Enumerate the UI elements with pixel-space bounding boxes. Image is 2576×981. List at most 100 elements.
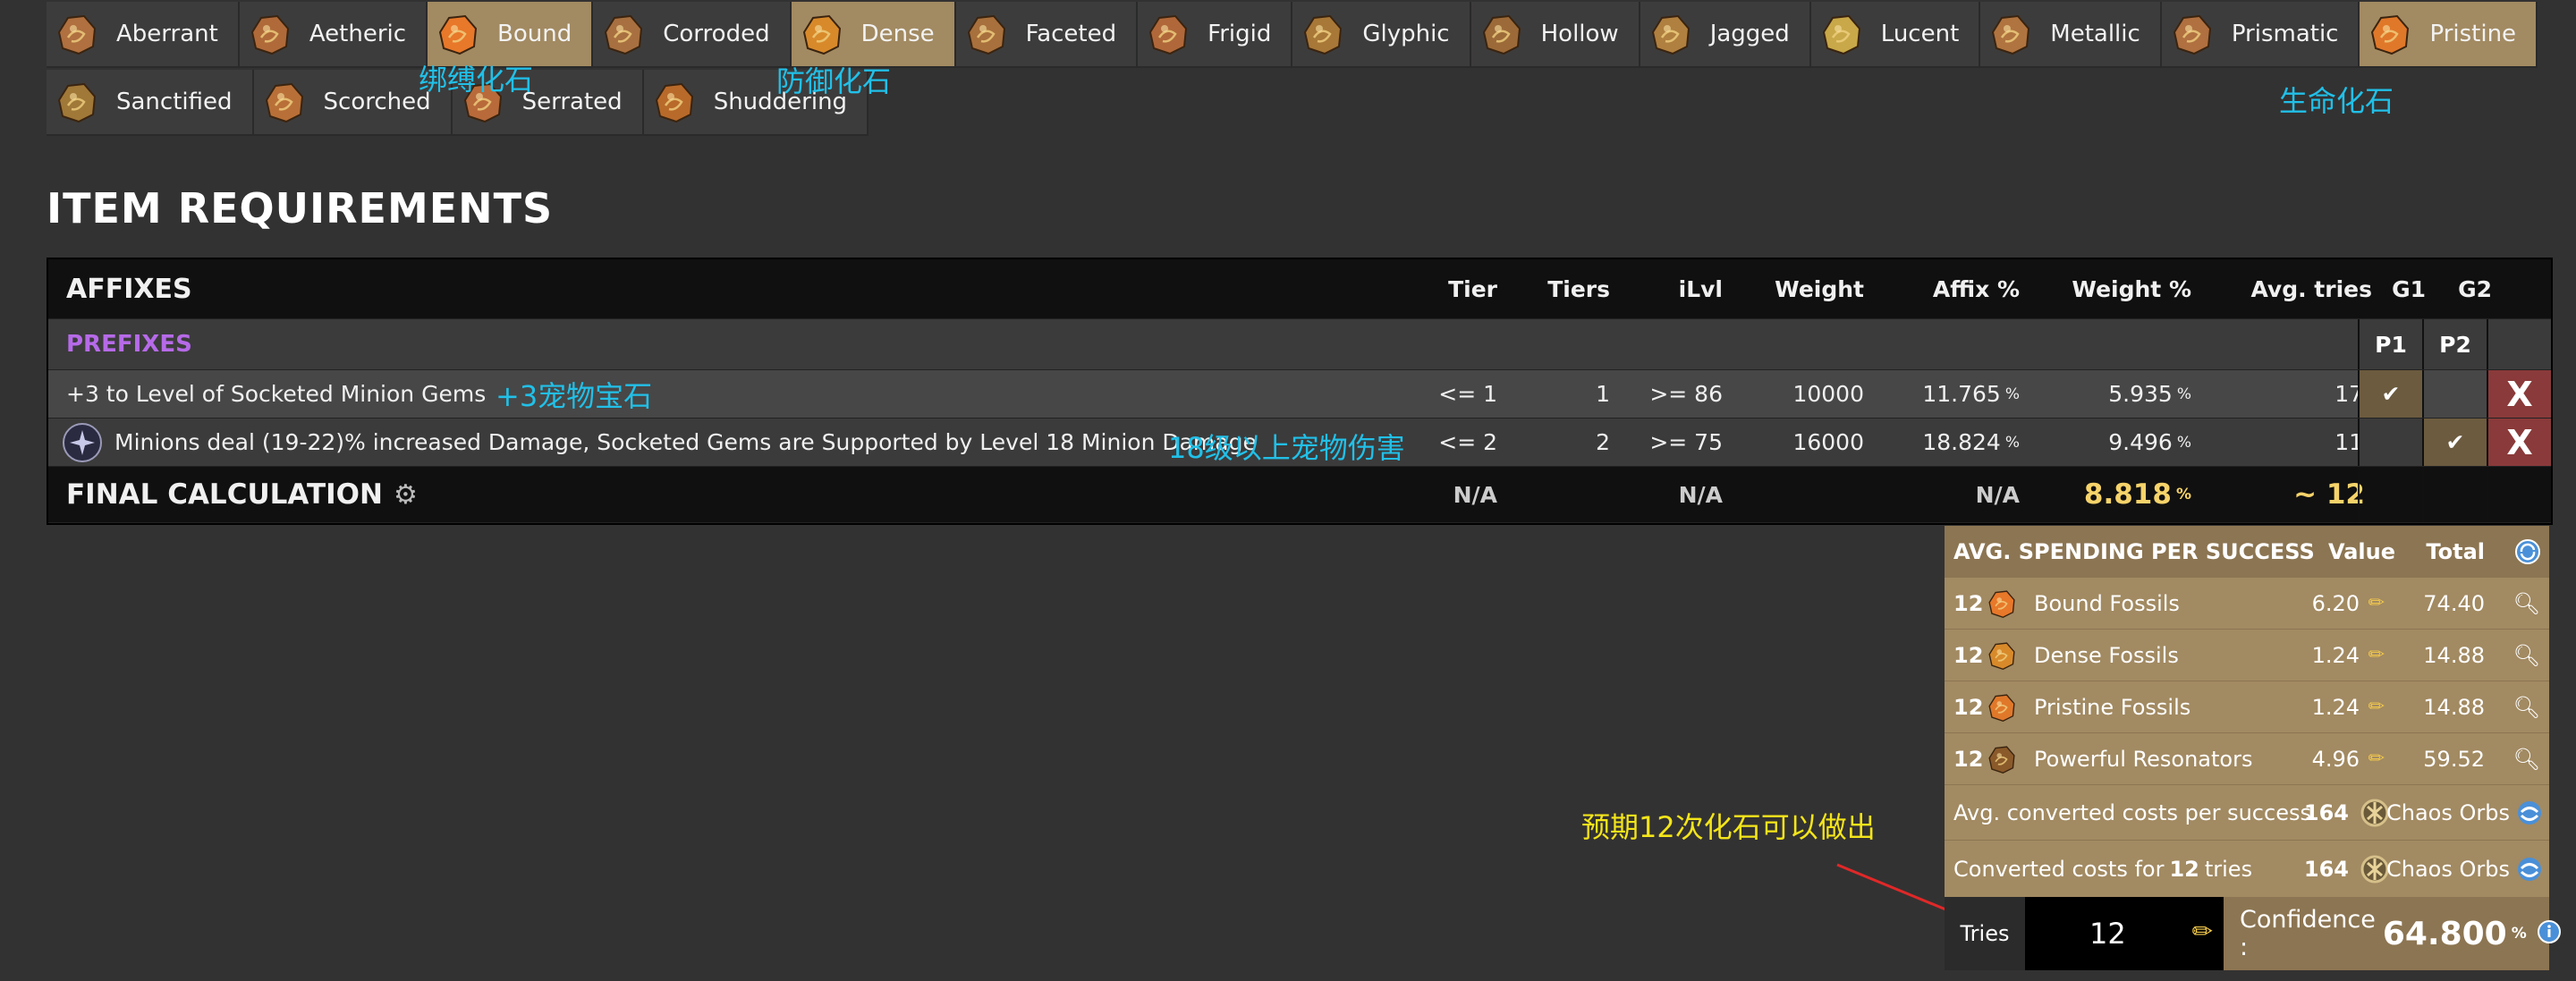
weight-header[interactable]: Weight: [1775, 259, 1864, 318]
empty-cell: [2487, 467, 2551, 522]
fossil-button-dense[interactable]: Dense: [791, 2, 956, 68]
fossil-button-metallic[interactable]: Metallic: [1980, 2, 2162, 68]
converted-tries-value: 164: [2303, 856, 2349, 882]
weight-pct-header[interactable]: Weight %: [2072, 259, 2191, 318]
refresh-icon[interactable]: [2517, 785, 2542, 840]
fossil-button-pristine[interactable]: Pristine: [2360, 2, 2538, 68]
tries-confidence-bar: Tries 12 ✏ Confidence : 64.800 %: [1945, 897, 2561, 970]
ilvl-value: >= 75: [1649, 429, 1723, 455]
fossil-button-hollow[interactable]: Hollow: [1470, 2, 1640, 68]
annotation-expect: 预期12次化石可以做出: [1581, 810, 1876, 844]
magnifier-icon[interactable]: 🔍︎: [2513, 681, 2540, 732]
item-count: 12: [1953, 590, 1984, 616]
p2-toggle[interactable]: [2422, 370, 2487, 418]
magnifier-icon[interactable]: 🔍︎: [2513, 578, 2540, 629]
prismatic-fossil-icon: [2169, 11, 2216, 57]
tiers-value: 2: [1596, 429, 1610, 455]
ilvl-value: >= 86: [1649, 381, 1723, 407]
fossil-label: Bound: [497, 21, 572, 47]
magnifier-icon[interactable]: 🔍︎: [2513, 733, 2540, 784]
metallic-fossil-icon: [1987, 11, 2034, 57]
converted-tries-row: Converted costs for 12 tries 164 Chaos O…: [1945, 841, 2549, 897]
tries-input[interactable]: 12 ✏: [2025, 897, 2224, 970]
tier-header[interactable]: Tier: [1448, 259, 1497, 318]
spending-title: AVG. SPENDING PER SUCCESS: [1953, 538, 2315, 564]
p1-header: P1: [2358, 319, 2422, 369]
g1-header: G1: [2392, 275, 2426, 302]
fossil-button-frigid[interactable]: Frigid: [1138, 2, 1293, 68]
affix-table: AFFIXES Tier Tiers iLvl Weight Affix % W…: [47, 258, 2553, 525]
converted-tries-label: Converted costs for 12 tries: [1953, 856, 2253, 882]
ilvl-header[interactable]: iLvl: [1679, 259, 1723, 318]
tiers-header[interactable]: Tiers: [1547, 259, 1610, 318]
item-total: 14.88: [2423, 642, 2485, 668]
dense-fossil-icon: [1986, 630, 2018, 681]
fossil-button-lucent[interactable]: Lucent: [1810, 2, 1981, 68]
fossil-button-glyphic[interactable]: Glyphic: [1292, 2, 1471, 68]
item-total: 74.40: [2423, 590, 2485, 616]
prefixes-label: PREFIXES: [66, 331, 192, 358]
fossil-button-prismatic[interactable]: Prismatic: [2161, 2, 2360, 68]
item-total: 14.88: [2423, 694, 2485, 720]
confidence-label: Confidence :: [2240, 906, 2376, 961]
fossil-label: Hollow: [1540, 21, 1619, 47]
final-calculation-row: FINAL CALCULATION ⚙ N/A N/A N/A 8.818% ~…: [48, 467, 2551, 523]
fossil-label: Jagged: [1709, 21, 1790, 47]
remove-affix-button[interactable]: X: [2487, 370, 2551, 418]
affix-name: Minions deal (19-22)% increased Damage, …: [114, 429, 1257, 455]
g2-header: G2: [2458, 275, 2492, 302]
bound-fossil-icon: [1986, 578, 2018, 629]
spending-row: 12 Bound Fossils 6.20 ✏ 74.40 🔍︎: [1945, 578, 2549, 630]
fossil-button-faceted[interactable]: Faceted: [955, 2, 1139, 68]
remove-affix-button[interactable]: X: [2487, 419, 2551, 466]
pencil-icon[interactable]: ✏: [2368, 578, 2385, 629]
faceted-fossil-icon: [963, 11, 1010, 57]
converted-avg-value: 164: [2303, 799, 2349, 825]
dense-fossil-icon: [799, 11, 845, 57]
weight-pct-value: 9.496%: [2108, 429, 2191, 455]
magnifier-icon[interactable]: 🔍︎: [2513, 630, 2540, 681]
item-value: 1.24: [2311, 694, 2360, 720]
fossil-button-jagged[interactable]: Jagged: [1640, 2, 1811, 68]
annotation-dense: 防御化石: [776, 64, 892, 98]
fossil-label: Prismatic: [2231, 21, 2339, 47]
pencil-icon[interactable]: ✏: [2192, 917, 2213, 946]
final-weight-pct: 8.818%: [2083, 478, 2191, 511]
p1-toggle[interactable]: ✔: [2358, 370, 2422, 418]
item-name: Bound Fossils: [2034, 590, 2180, 616]
fossil-button-aberrant[interactable]: Aberrant: [47, 2, 240, 68]
refresh-icon[interactable]: [2517, 841, 2542, 897]
affixes-header: AFFIXES: [66, 273, 192, 305]
p1-toggle[interactable]: [2358, 419, 2422, 466]
fossil-button-aetheric[interactable]: Aetheric: [239, 2, 428, 68]
info-icon[interactable]: [2537, 920, 2561, 947]
sanctified-fossil-icon: [54, 79, 100, 125]
refresh-icon[interactable]: [2515, 526, 2540, 577]
lucent-fossil-icon: [1818, 11, 1865, 57]
item-name: Powerful Resonators: [2034, 746, 2253, 772]
spending-row: 12 Pristine Fossils 1.24 ✏ 14.88 🔍︎: [1945, 681, 2549, 733]
confidence-unit: %: [2511, 925, 2527, 943]
pencil-icon[interactable]: ✏: [2368, 630, 2385, 681]
p2-toggle[interactable]: ✔: [2422, 419, 2487, 466]
powerful-resonator-icon: [1986, 733, 2018, 784]
empty-cell: [2487, 319, 2551, 369]
confidence-box: Confidence : 64.800 %: [2224, 897, 2561, 970]
fossil-button-corroded[interactable]: Corroded: [593, 2, 792, 68]
prefixes-row: PREFIXES P1 P2: [48, 319, 2551, 370]
annotation-prefix1: +3宠物宝石: [496, 379, 653, 413]
avg-tries-header[interactable]: Avg. tries: [2250, 259, 2372, 318]
pencil-icon[interactable]: ✏: [2368, 681, 2385, 732]
fossil-button-sanctified[interactable]: Sanctified: [47, 70, 254, 136]
pencil-icon[interactable]: ✏: [2368, 733, 2385, 784]
fossil-label: Sanctified: [116, 89, 233, 115]
weight-pct-value: 5.935%: [2108, 381, 2191, 407]
gear-icon[interactable]: ⚙: [394, 479, 418, 511]
converted-avg-row: Avg. converted costs per success 164 Cha…: [1945, 785, 2549, 841]
fossil-label: Corroded: [663, 21, 770, 47]
affix-pct-header[interactable]: Affix %: [1933, 259, 2020, 318]
aberrant-fossil-icon: [54, 11, 100, 57]
fossil-label: Dense: [860, 21, 935, 47]
jagged-fossil-icon: [1648, 11, 1694, 57]
affix-pct-value: 18.824%: [1922, 429, 2020, 455]
